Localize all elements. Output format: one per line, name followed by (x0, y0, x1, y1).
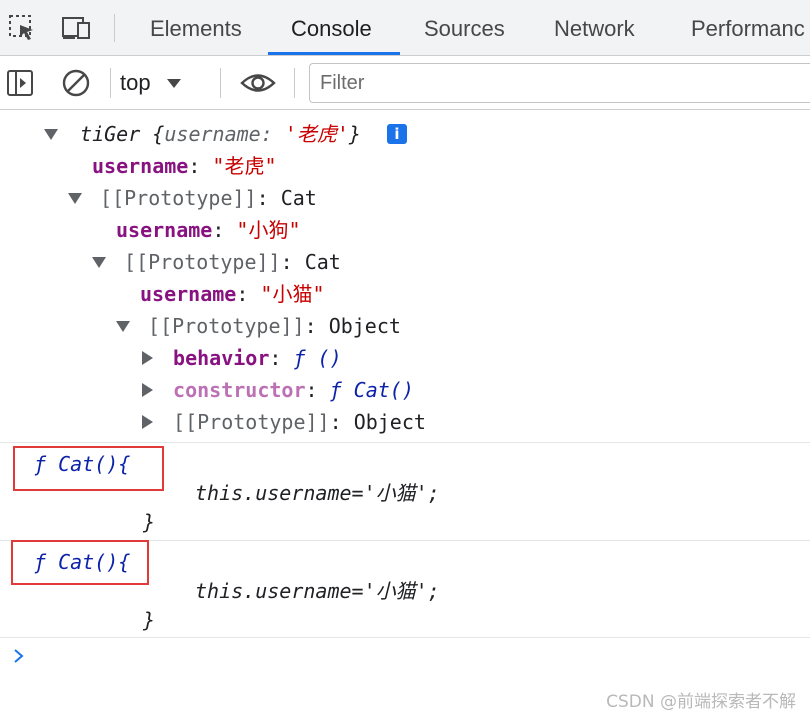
property-key: username (140, 282, 237, 306)
expand-triangle-icon[interactable] (142, 351, 153, 365)
property-row: username: "小狗" (116, 214, 301, 246)
prototype-value: Object (353, 410, 426, 434)
prototype-row[interactable]: [[Prototype]]: Object (116, 310, 401, 342)
device-toolbar-icon[interactable] (58, 10, 94, 46)
devtools-tab-bar: Elements Console Sources Network Perform… (0, 0, 810, 56)
toolbar-separator (220, 68, 221, 98)
property-colon: : (236, 282, 261, 306)
object-preview-colon: : (260, 122, 285, 146)
property-colon: : (329, 410, 354, 434)
expand-triangle-icon[interactable] (142, 415, 153, 429)
function-body-text: this.username='小猫'; (195, 481, 440, 505)
toolbar-separator (114, 14, 115, 42)
context-label: top (120, 70, 151, 95)
property-key: behavior (173, 346, 270, 370)
tab-sources[interactable]: Sources (424, 0, 505, 56)
context-selector[interactable]: top (120, 64, 181, 102)
object-preview-key: username (164, 122, 261, 146)
function-value: ƒ () (293, 346, 342, 370)
object-root-row[interactable]: tiGer {username: '老虎'} i (44, 118, 407, 150)
property-value: "老虎" (212, 154, 277, 178)
active-tab-indicator (268, 52, 400, 55)
function-close-line: } (143, 604, 155, 636)
object-preview-close: } (348, 122, 361, 146)
highlight-box (11, 540, 149, 585)
property-row: username: "老虎" (92, 150, 277, 182)
function-close-brace: } (143, 608, 156, 632)
inspect-element-icon[interactable] (4, 10, 40, 46)
object-preview-open: { (140, 122, 165, 146)
sidebar-toggle-icon[interactable] (2, 65, 38, 101)
filter-input[interactable] (309, 63, 810, 103)
property-colon: : (188, 154, 213, 178)
tab-elements[interactable]: Elements (150, 0, 242, 56)
clear-console-icon[interactable] (58, 65, 94, 101)
function-body-text: this.username='小猫'; (195, 579, 440, 603)
log-divider (0, 442, 810, 443)
property-colon: : (212, 218, 237, 242)
function-close-brace: } (143, 510, 156, 534)
property-value: "小狗" (236, 218, 301, 242)
prototype-row[interactable]: [[Prototype]]: Cat (68, 182, 317, 214)
prototype-value: Object (328, 314, 401, 338)
object-name: tiGer (80, 122, 141, 146)
property-colon: : (269, 346, 294, 370)
prototype-key: [[Prototype]] (124, 250, 281, 274)
method-row[interactable]: behavior: ƒ () (142, 342, 342, 374)
property-row: username: "小猫" (140, 278, 325, 310)
function-value: ƒ Cat() (329, 378, 414, 402)
highlight-box (13, 446, 164, 491)
expand-triangle-icon[interactable] (142, 383, 153, 397)
prototype-value: Cat (280, 186, 317, 210)
property-key: username (116, 218, 213, 242)
expand-triangle-icon[interactable] (92, 256, 106, 268)
toolbar-separator (294, 68, 295, 98)
chevron-down-icon (166, 78, 181, 88)
tab-console[interactable]: Console (291, 0, 372, 56)
prototype-key: [[Prototype]] (100, 186, 257, 210)
console-output: tiGer {username: '老虎'} i username: "老虎" … (0, 111, 810, 716)
log-divider (0, 637, 810, 638)
info-icon[interactable]: i (386, 123, 407, 144)
tab-network[interactable]: Network (554, 0, 635, 56)
property-key: constructor (173, 378, 306, 402)
tab-performance[interactable]: Performanc (691, 0, 805, 56)
property-key: username (92, 154, 189, 178)
property-colon: : (304, 314, 329, 338)
expand-triangle-icon[interactable] (44, 128, 58, 140)
function-body-line: this.username='小猫'; (195, 575, 440, 607)
live-expression-eye-icon[interactable] (240, 65, 276, 101)
toolbar-separator (110, 68, 111, 98)
method-row[interactable]: constructor: ƒ Cat() (142, 374, 414, 406)
function-body-line: this.username='小猫'; (195, 477, 440, 509)
function-close-line: } (143, 506, 155, 538)
property-value: "小猫" (260, 282, 325, 306)
prompt-chevron-icon[interactable] (12, 649, 26, 663)
property-colon: : (280, 250, 305, 274)
prototype-row[interactable]: [[Prototype]]: Object (142, 406, 426, 438)
prototype-key: [[Prototype]] (148, 314, 305, 338)
prototype-row[interactable]: [[Prototype]]: Cat (92, 246, 341, 278)
prototype-value: Cat (304, 250, 341, 274)
property-colon: : (256, 186, 281, 210)
expand-triangle-icon[interactable] (68, 192, 82, 204)
expand-triangle-icon[interactable] (116, 320, 130, 332)
object-preview-value: '老虎' (284, 122, 349, 146)
property-colon: : (305, 378, 330, 402)
prototype-key: [[Prototype]] (173, 410, 330, 434)
watermark: CSDN @前端探索者不解 (606, 692, 796, 712)
console-toolbar: top (0, 56, 810, 110)
